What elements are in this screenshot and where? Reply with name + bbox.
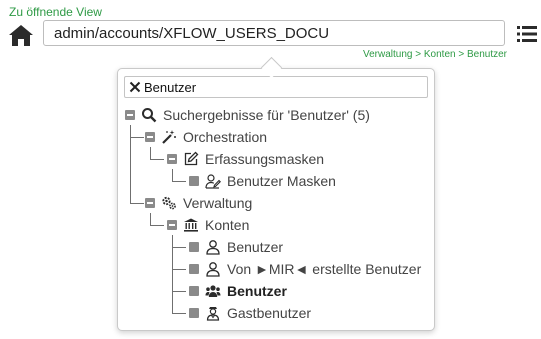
edit-icon bbox=[184, 151, 199, 166]
guest-user-icon bbox=[206, 307, 220, 321]
tree-node-label: Benutzer bbox=[227, 239, 284, 255]
gears-icon bbox=[162, 196, 176, 210]
tree-node-label: Verwaltung bbox=[183, 195, 253, 211]
collapse-toggle[interactable] bbox=[167, 154, 177, 164]
tree-node-label: Gastbenutzer bbox=[227, 305, 312, 321]
tree-node-benutzer-group[interactable]: Benutzer bbox=[189, 281, 287, 301]
view-path-input[interactable] bbox=[43, 20, 505, 46]
tree-node-verwaltung[interactable]: Verwaltung bbox=[145, 193, 252, 213]
collapse-toggle[interactable] bbox=[167, 220, 177, 230]
magic-wand-icon bbox=[162, 130, 176, 144]
breadcrumb: Verwaltung > Konten > Benutzer bbox=[363, 49, 507, 60]
collapse-toggle[interactable] bbox=[145, 198, 155, 208]
leaf-marker bbox=[189, 242, 199, 252]
tree-node-label: Von ►MIR◄ erstellte Benutzer bbox=[227, 261, 422, 277]
user-icon bbox=[206, 240, 220, 255]
users-icon bbox=[205, 285, 221, 297]
list-menu-icon[interactable] bbox=[517, 25, 537, 43]
tree-node-orchestration[interactable]: Orchestration bbox=[145, 127, 267, 147]
tree-node-label: Orchestration bbox=[183, 129, 268, 145]
tree-node-benutzer-masken[interactable]: Benutzer Masken bbox=[189, 171, 336, 191]
tree-node-label: Erfassungsmasken bbox=[205, 151, 325, 167]
leaf-marker bbox=[189, 264, 199, 274]
result-tree: Suchergebnisse für 'Benutzer' (5) Orches… bbox=[118, 69, 434, 330]
tree-node-von-mir-erstellte-benutzer[interactable]: Von ►MIR◄ erstellte Benutzer bbox=[189, 259, 421, 279]
user-pen-icon bbox=[205, 174, 221, 189]
search-results-popup: Suchergebnisse für 'Benutzer' (5) Orches… bbox=[117, 68, 435, 331]
leaf-marker bbox=[189, 176, 199, 186]
leaf-marker bbox=[189, 286, 199, 296]
user-icon bbox=[206, 262, 220, 277]
tree-node-label: Benutzer Masken bbox=[227, 173, 336, 189]
tree-node-benutzer[interactable]: Benutzer bbox=[189, 237, 283, 257]
tree-node-label: Benutzer bbox=[227, 283, 287, 299]
tree-node-konten[interactable]: Konten bbox=[167, 215, 249, 235]
leaf-marker bbox=[189, 308, 199, 318]
tree-node-gastbenutzer[interactable]: Gastbenutzer bbox=[189, 303, 311, 323]
view-label: Zu öffnende View bbox=[9, 5, 102, 19]
bank-icon bbox=[184, 218, 198, 232]
tree-node-label: Suchergebnisse für 'Benutzer' (5) bbox=[163, 107, 370, 123]
home-icon[interactable] bbox=[8, 23, 34, 47]
collapse-toggle[interactable] bbox=[125, 110, 135, 120]
search-icon bbox=[142, 108, 157, 123]
tree-node-erfassungsmasken[interactable]: Erfassungsmasken bbox=[167, 149, 324, 169]
tree-node-search-results[interactable]: Suchergebnisse für 'Benutzer' (5) bbox=[125, 105, 370, 125]
collapse-toggle[interactable] bbox=[145, 132, 155, 142]
tree-node-label: Konten bbox=[205, 217, 250, 233]
